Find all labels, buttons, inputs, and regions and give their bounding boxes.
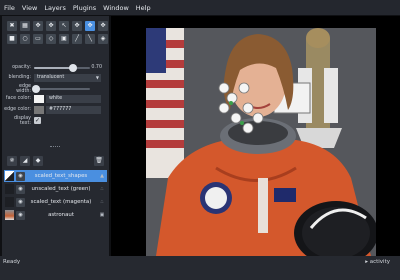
- vertex-select-icon[interactable]: ◈: [98, 34, 108, 44]
- edge-color-label: edge color:: [4, 107, 31, 112]
- new-points-layer-icon[interactable]: ✵: [7, 156, 17, 166]
- layer-item[interactable]: ◉ astronaut ▣: [4, 209, 107, 221]
- insert-vertex-icon[interactable]: ╱: [72, 34, 82, 44]
- layer-name: unscaled_text (green): [31, 186, 91, 192]
- face-color-swatch[interactable]: [34, 94, 44, 103]
- edge-width-label: edge width:: [16, 83, 31, 94]
- menu-help[interactable]: Help: [136, 4, 151, 12]
- activity-toggle[interactable]: ▸ activity: [365, 259, 390, 265]
- face-color-row: face color: white: [4, 94, 107, 103]
- add-line-icon[interactable]: ▭: [33, 34, 43, 44]
- layer-item[interactable]: ◉ scaled_text_shapes ▲: [4, 170, 107, 182]
- edge-color-field[interactable]: #777777: [46, 105, 101, 114]
- visibility-icon[interactable]: ◉: [16, 197, 25, 207]
- layer-controls-panel: ✖ ▦ ✥ ✥ ↖ ✥ ✥ ✥ ■ ○ ▭ ◇ ▣ ╱ ╲ ◈ opacity:…: [2, 16, 109, 267]
- menu-window[interactable]: Window: [103, 4, 129, 12]
- opacity-label: opacity:: [12, 65, 31, 70]
- face-color-field[interactable]: white: [46, 94, 101, 103]
- transform-icon[interactable]: ✥: [46, 21, 56, 31]
- edge-width-slider-handle[interactable]: [32, 84, 40, 93]
- menu-layers[interactable]: Layers: [44, 4, 66, 12]
- layer-buttons: ✵ ◢ ◆ 🗑: [4, 154, 107, 168]
- add-polygon-icon[interactable]: ◇: [46, 34, 56, 44]
- layer-thumbnail: [5, 197, 14, 207]
- menu-plugins[interactable]: Plugins: [73, 4, 96, 12]
- blending-value: translucent: [37, 74, 65, 80]
- remove-vertex-icon[interactable]: ╲: [85, 34, 95, 44]
- new-labels-layer-icon[interactable]: ◆: [33, 156, 43, 166]
- layer-name: astronaut: [48, 212, 74, 218]
- blending-label: blending:: [8, 75, 31, 80]
- menu-file[interactable]: File: [4, 4, 15, 12]
- shapes-type-icon: ▲: [100, 173, 104, 179]
- image-type-icon: ▣: [99, 212, 105, 218]
- edge-color-swatch[interactable]: [34, 105, 44, 114]
- astronaut-illustration: [146, 28, 376, 256]
- shape-tools: ✖ ▦ ✥ ✥ ↖ ✥ ✥ ✥ ■ ○ ▭ ◇ ▣ ╱ ╲ ◈: [4, 19, 108, 47]
- layer-name: scaled_text_shapes: [34, 173, 88, 179]
- add-ellipse-icon[interactable]: ○: [20, 34, 30, 44]
- select-vertices-icon[interactable]: ↖: [59, 21, 69, 31]
- display-text-checkbox[interactable]: ✓: [34, 117, 41, 124]
- menu-bar: File View Layers Plugins Window Help: [0, 0, 400, 15]
- layer-thumbnail: [5, 210, 14, 220]
- blending-dropdown[interactable]: translucent ▼: [34, 73, 101, 82]
- add-rectangle-icon[interactable]: ■: [7, 34, 17, 44]
- chevron-down-icon: ▼: [95, 74, 99, 80]
- blending-row: blending: translucent ▼: [4, 73, 107, 82]
- move-back-icon[interactable]: ✥: [33, 21, 43, 31]
- layer-name: scaled_text (magenta): [30, 199, 92, 205]
- opacity-slider-handle[interactable]: [69, 63, 77, 72]
- edge-width-slider[interactable]: [32, 84, 90, 93]
- direct-select-icon[interactable]: ✥: [72, 21, 82, 31]
- pan-zoom-icon[interactable]: ✥: [85, 21, 95, 31]
- layer-thumbnail: [5, 184, 14, 194]
- viewer-canvas[interactable]: [111, 16, 400, 256]
- layer-thumbnail: [5, 171, 14, 181]
- visibility-icon[interactable]: ◉: [16, 184, 25, 194]
- visibility-icon[interactable]: ◉: [16, 171, 25, 181]
- add-path-icon[interactable]: ▣: [59, 34, 69, 44]
- new-shapes-layer-icon[interactable]: ◢: [20, 156, 30, 166]
- layer-list: ◉ scaled_text_shapes ▲ ◉ unscaled_text (…: [4, 169, 107, 225]
- layer-item[interactable]: ◉ unscaled_text (green) ∴: [4, 183, 107, 195]
- status-text: Ready: [3, 259, 21, 265]
- display-text-label: display text:: [13, 115, 31, 126]
- opacity-row: opacity: 0.70: [4, 63, 107, 72]
- display-text-row: display text: ✓: [4, 115, 107, 126]
- select-shapes-icon[interactable]: ✥: [98, 21, 108, 31]
- edge-color-row: edge color: #777777: [4, 105, 107, 114]
- opacity-value: 0.70: [91, 65, 102, 70]
- status-bar: Ready ▸ activity: [0, 256, 400, 280]
- edge-width-row: edge width:: [4, 83, 107, 94]
- points-type-icon: ∴: [100, 186, 104, 192]
- visibility-icon[interactable]: ◉: [16, 210, 25, 220]
- points-type-icon: ∴: [100, 199, 104, 205]
- menu-view[interactable]: View: [22, 4, 37, 12]
- move-front-icon[interactable]: ▦: [20, 21, 30, 31]
- panel-splitter[interactable]: [50, 146, 60, 148]
- face-color-label: face color:: [5, 96, 31, 101]
- opacity-slider[interactable]: [34, 63, 90, 72]
- delete-shape-icon[interactable]: ✖: [7, 21, 17, 31]
- delete-layer-icon[interactable]: 🗑: [94, 156, 104, 166]
- astronaut-image: [146, 28, 376, 256]
- layer-item[interactable]: ◉ scaled_text (magenta) ∴: [4, 196, 107, 208]
